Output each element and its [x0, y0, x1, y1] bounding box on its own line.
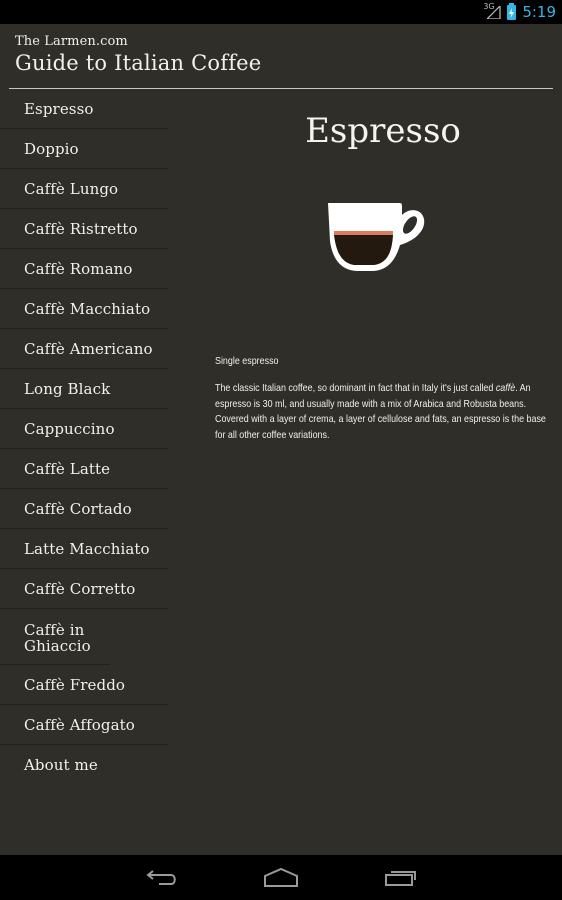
- status-icons: 3G 5:19: [483, 0, 556, 24]
- sidebar-item-caffe-latte[interactable]: Caffè Latte: [0, 449, 168, 489]
- app-header: The Larmen.com Guide to Italian Coffee: [15, 34, 261, 75]
- app-window: The Larmen.com Guide to Italian Coffee E…: [0, 24, 562, 855]
- coffee-description: The classic Italian coffee, so dominant …: [215, 381, 551, 443]
- sidebar-item-cappuccino[interactable]: Cappuccino: [0, 409, 168, 449]
- description-text-1: The classic Italian coffee, so dominant …: [215, 382, 496, 394]
- sidebar-item-doppio[interactable]: Doppio: [0, 129, 168, 169]
- clock: 5:19: [522, 3, 556, 21]
- espresso-cup-icon: [328, 203, 425, 271]
- home-button[interactable]: [263, 867, 299, 891]
- description-emphasis: caffè: [495, 382, 516, 394]
- sidebar-item-caffe-corretto[interactable]: Caffè Corretto: [0, 569, 168, 609]
- sidebar-item-latte-macchiato[interactable]: Latte Macchiato: [0, 529, 168, 569]
- sidebar-item-caffe-cortado[interactable]: Caffè Cortado: [0, 489, 168, 529]
- sidebar-item-long-black[interactable]: Long Black: [0, 369, 168, 409]
- recent-apps-icon: [385, 871, 416, 886]
- sidebar-item-caffe-romano[interactable]: Caffè Romano: [0, 249, 168, 289]
- signal-indicator: 3G: [483, 2, 503, 20]
- sidebar-item-caffe-in-ghiaccio[interactable]: Caffè in Ghiaccio: [0, 609, 110, 665]
- sidebar-item-caffe-affogato[interactable]: Caffè Affogato: [0, 705, 168, 745]
- sidebar-item-caffe-ristretto[interactable]: Caffè Ristretto: [0, 209, 168, 249]
- sidebar-menu: Espresso Doppio Caffè Lungo Caffè Ristre…: [0, 89, 168, 785]
- coffee-title: Espresso: [305, 111, 461, 151]
- app-title: Guide to Italian Coffee: [15, 51, 262, 75]
- signal-strength-icon: [487, 6, 501, 19]
- app-subtitle: The Larmen.com: [15, 34, 128, 49]
- sidebar-item-caffe-lungo[interactable]: Caffè Lungo: [0, 169, 168, 209]
- recent-apps-button[interactable]: [384, 867, 418, 891]
- status-bar: 3G 5:19: [0, 0, 562, 24]
- sidebar-item-caffe-macchiato[interactable]: Caffè Macchiato: [0, 289, 168, 329]
- back-button[interactable]: [145, 867, 179, 891]
- home-icon: [264, 867, 298, 887]
- back-icon: [146, 870, 176, 885]
- sidebar-item-about-me[interactable]: About me: [0, 745, 168, 785]
- coffee-variant: Single espresso: [215, 355, 279, 367]
- sidebar-item-espresso[interactable]: Espresso: [0, 89, 168, 129]
- system-navigation-bar: [0, 855, 562, 900]
- sidebar-item-caffe-freddo[interactable]: Caffè Freddo: [0, 665, 168, 705]
- detail-pane: Espresso Single espresso The classic Ita…: [200, 89, 562, 443]
- sidebar-item-caffe-americano[interactable]: Caffè Americano: [0, 329, 168, 369]
- battery-icon: [507, 2, 517, 20]
